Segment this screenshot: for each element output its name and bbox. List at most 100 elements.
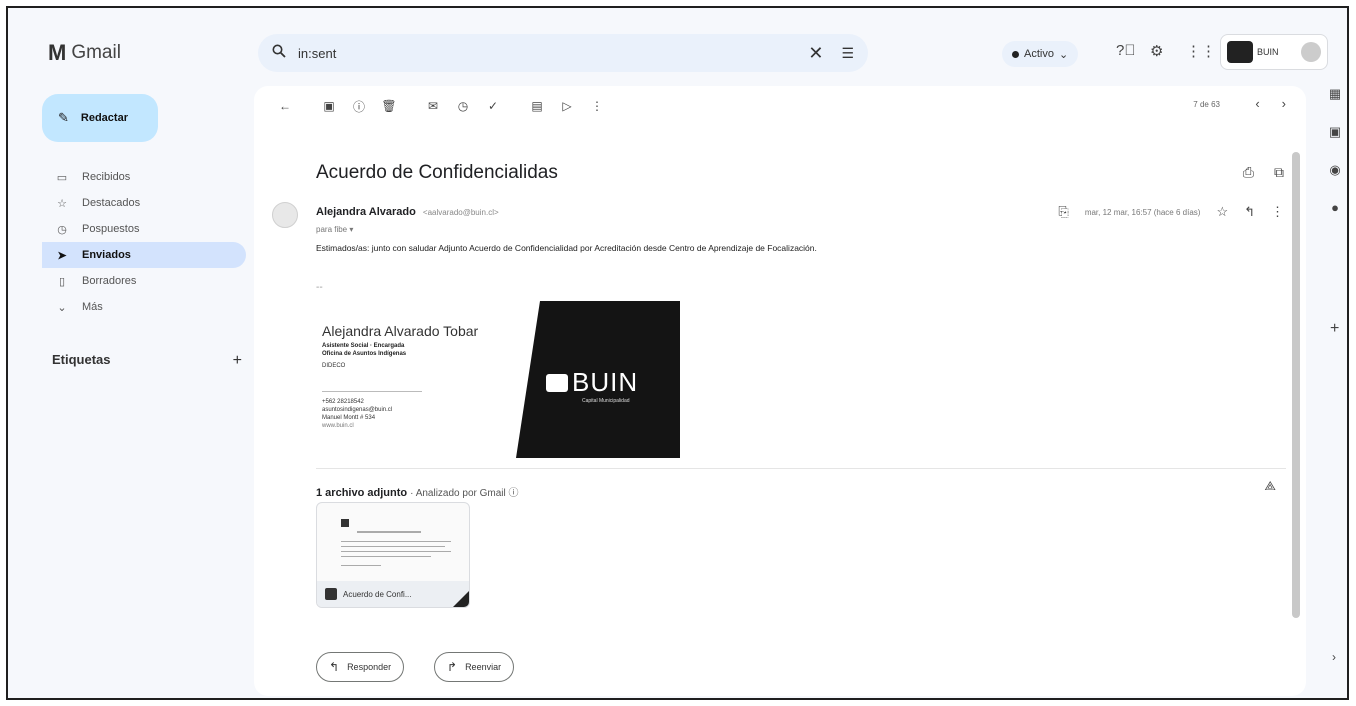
mark-unread-icon[interactable]: ✉ bbox=[418, 99, 448, 113]
chevron-down-icon: ⌄ bbox=[1058, 48, 1069, 61]
sidebar-item-mas[interactable]: ⌄ Más bbox=[42, 294, 246, 320]
preview-line bbox=[341, 565, 381, 566]
keep-icon[interactable]: ▣ bbox=[1322, 124, 1347, 162]
pdf-icon bbox=[325, 588, 337, 600]
signature-web: www.buin.cl bbox=[322, 423, 354, 429]
gmail-logo-text: Gmail bbox=[71, 42, 121, 63]
pager-count: 7 de 63 bbox=[1193, 100, 1220, 109]
sidebar-item-pospuestos[interactable]: ◷ Pospuestos bbox=[42, 216, 246, 242]
send-icon: ➤ bbox=[57, 249, 67, 262]
attachment-footer: Acuerdo de Confi... bbox=[317, 581, 469, 607]
forward-icon: ↱ bbox=[447, 660, 458, 674]
avatar[interactable] bbox=[1301, 42, 1321, 62]
sender-avatar[interactable] bbox=[272, 202, 298, 228]
sidebar-item-label: Recibidos bbox=[82, 171, 131, 183]
chevron-right-icon[interactable]: › bbox=[1282, 96, 1286, 111]
brand-tagline: Capital Municipalidad bbox=[582, 398, 630, 404]
add-to-drive-icon[interactable]: ⟁ bbox=[1264, 478, 1276, 494]
email-body: Estimados/as: junto con saludar Adjunto … bbox=[316, 243, 817, 253]
archive-icon[interactable]: ▣ bbox=[314, 99, 344, 113]
sidebar-item-label: Borradores bbox=[82, 275, 137, 287]
attachment-icon: ⎘ bbox=[1058, 204, 1069, 219]
contacts-icon[interactable]: ● bbox=[1322, 200, 1347, 238]
scrollbar[interactable] bbox=[1292, 152, 1300, 618]
signature-phone: +562 28218542 bbox=[322, 399, 364, 405]
inbox-icon: ▭ bbox=[56, 171, 68, 184]
calendar-icon[interactable]: ▦ bbox=[1322, 86, 1347, 124]
tasks-icon[interactable]: ◉ bbox=[1322, 162, 1347, 200]
search-input[interactable]: in:sent bbox=[298, 46, 808, 61]
star-icon[interactable]: ☆ bbox=[1216, 204, 1228, 220]
chevron-right-icon[interactable]: › bbox=[1332, 650, 1336, 664]
signature-name: Alejandra Alvarado Tobar bbox=[322, 323, 479, 339]
labels-section: Etiquetas + bbox=[52, 352, 242, 370]
side-panel-rail: ▦ ▣ ◉ ● bbox=[1322, 86, 1347, 238]
forward-button[interactable]: ↱ Reenviar bbox=[434, 652, 515, 682]
signature-text-block: Alejandra Alvarado Tobar Asistente Socia… bbox=[316, 301, 522, 458]
apps-grid-icon[interactable]: ⋮⋮ bbox=[1186, 42, 1216, 60]
email-signature-image: Alejandra Alvarado Tobar Asistente Socia… bbox=[316, 301, 680, 458]
attachment-preview bbox=[327, 513, 457, 573]
gear-icon[interactable]: ⚙ bbox=[1150, 42, 1163, 60]
reply-label: Responder bbox=[347, 662, 392, 672]
signature-role: Asistente Social · Encargada bbox=[322, 343, 405, 349]
reply-button[interactable]: ↰ Responder bbox=[316, 652, 405, 682]
status-selector[interactable]: Activo ⌄ bbox=[1002, 41, 1079, 67]
add-addon-icon[interactable]: + bbox=[1330, 320, 1339, 338]
sidebar-nav: ▭ Recibidos ☆ Destacados ◷ Pospuestos ➤ … bbox=[42, 164, 246, 320]
chevron-down-icon: ⌄ bbox=[57, 301, 67, 314]
signature-separator: -- bbox=[316, 282, 323, 293]
draft-icon: ▯ bbox=[58, 275, 66, 288]
signature-mail: asuntosindigenas@buin.cl bbox=[322, 407, 393, 413]
open-new-window-icon[interactable]: ⧉ bbox=[1274, 164, 1284, 181]
search-icon[interactable] bbox=[272, 44, 290, 62]
preview-line bbox=[341, 541, 451, 542]
attachment-card[interactable]: Acuerdo de Confi... bbox=[316, 502, 470, 608]
reply-icon: ↰ bbox=[329, 660, 340, 674]
more-vert-icon[interactable]: ⋮ bbox=[1271, 204, 1284, 220]
snooze-icon[interactable]: ◷ bbox=[448, 99, 478, 113]
help-icon[interactable]: ?⃝ bbox=[1116, 42, 1136, 59]
sidebar-item-label: Pospuestos bbox=[82, 223, 140, 235]
search-bar[interactable]: in:sent ✕ ☰ bbox=[258, 34, 868, 72]
report-spam-icon[interactable]: ⓘ bbox=[344, 98, 374, 115]
more-vert-icon[interactable]: ⋮ bbox=[582, 99, 612, 113]
recipient-line[interactable]: para fibe ▾ bbox=[316, 225, 353, 234]
buin-brand-logo: BUIN bbox=[546, 367, 638, 398]
reply-icon[interactable]: ↰ bbox=[1244, 204, 1255, 220]
add-label-button[interactable]: + bbox=[233, 352, 242, 370]
brand-name: BUIN bbox=[572, 367, 639, 397]
attachments-divider bbox=[316, 468, 1286, 469]
buin-logo-icon bbox=[1227, 41, 1253, 63]
account-switcher[interactable]: BUIN bbox=[1220, 34, 1328, 70]
add-task-icon[interactable]: ✓ bbox=[478, 99, 508, 113]
sidebar-item-destacados[interactable]: ☆ Destacados bbox=[42, 190, 246, 216]
message-toolbar: ← ▣ ⓘ 🗑 ✉ ◷ ✓ ▤ ▷ ⋮ bbox=[254, 86, 1306, 126]
sender-name[interactable]: Alejandra Alvarado bbox=[316, 206, 416, 218]
tune-icon[interactable]: ☰ bbox=[841, 45, 854, 62]
status-dot-icon bbox=[1012, 50, 1019, 58]
preview-logo bbox=[341, 519, 349, 527]
buin-crest-icon bbox=[546, 373, 568, 392]
compose-button[interactable]: ✎ Redactar bbox=[42, 94, 158, 142]
sidebar-item-recibidos[interactable]: ▭ Recibidos bbox=[42, 164, 246, 190]
email-date: mar, 12 mar, 16:57 (hace 6 días) bbox=[1084, 207, 1201, 217]
attachments-scanned: · Analizado por Gmail ⓘ bbox=[410, 488, 519, 499]
gmail-logo[interactable]: M Gmail bbox=[48, 40, 121, 66]
account-name: BUIN bbox=[1257, 47, 1279, 57]
print-icon[interactable]: ⎙ bbox=[1243, 164, 1254, 181]
chevron-left-icon[interactable]: ‹ bbox=[1255, 96, 1259, 111]
label-icon[interactable]: ▷ bbox=[552, 99, 582, 113]
sidebar-item-enviados[interactable]: ➤ Enviados bbox=[42, 242, 246, 268]
message-pane: ← ▣ ⓘ 🗑 ✉ ◷ ✓ ▤ ▷ ⋮ 7 de 63 ‹ › Acuerdo … bbox=[254, 86, 1306, 696]
preview-line bbox=[341, 546, 445, 547]
status-label: Activo bbox=[1024, 48, 1054, 60]
close-icon[interactable]: ✕ bbox=[808, 43, 823, 64]
attachments-header: 1 archivo adjunto · Analizado por Gmail … bbox=[316, 484, 519, 499]
back-arrow-icon[interactable]: ← bbox=[270, 99, 300, 113]
move-to-icon[interactable]: ▤ bbox=[522, 99, 552, 113]
sidebar-item-borradores[interactable]: ▯ Borradores bbox=[42, 268, 246, 294]
sender-line: Alejandra Alvarado <aalvarado@buin.cl> bbox=[316, 206, 499, 218]
trash-icon[interactable]: 🗑 bbox=[374, 99, 404, 113]
signature-address: Manuel Montt # 534 bbox=[322, 415, 376, 421]
